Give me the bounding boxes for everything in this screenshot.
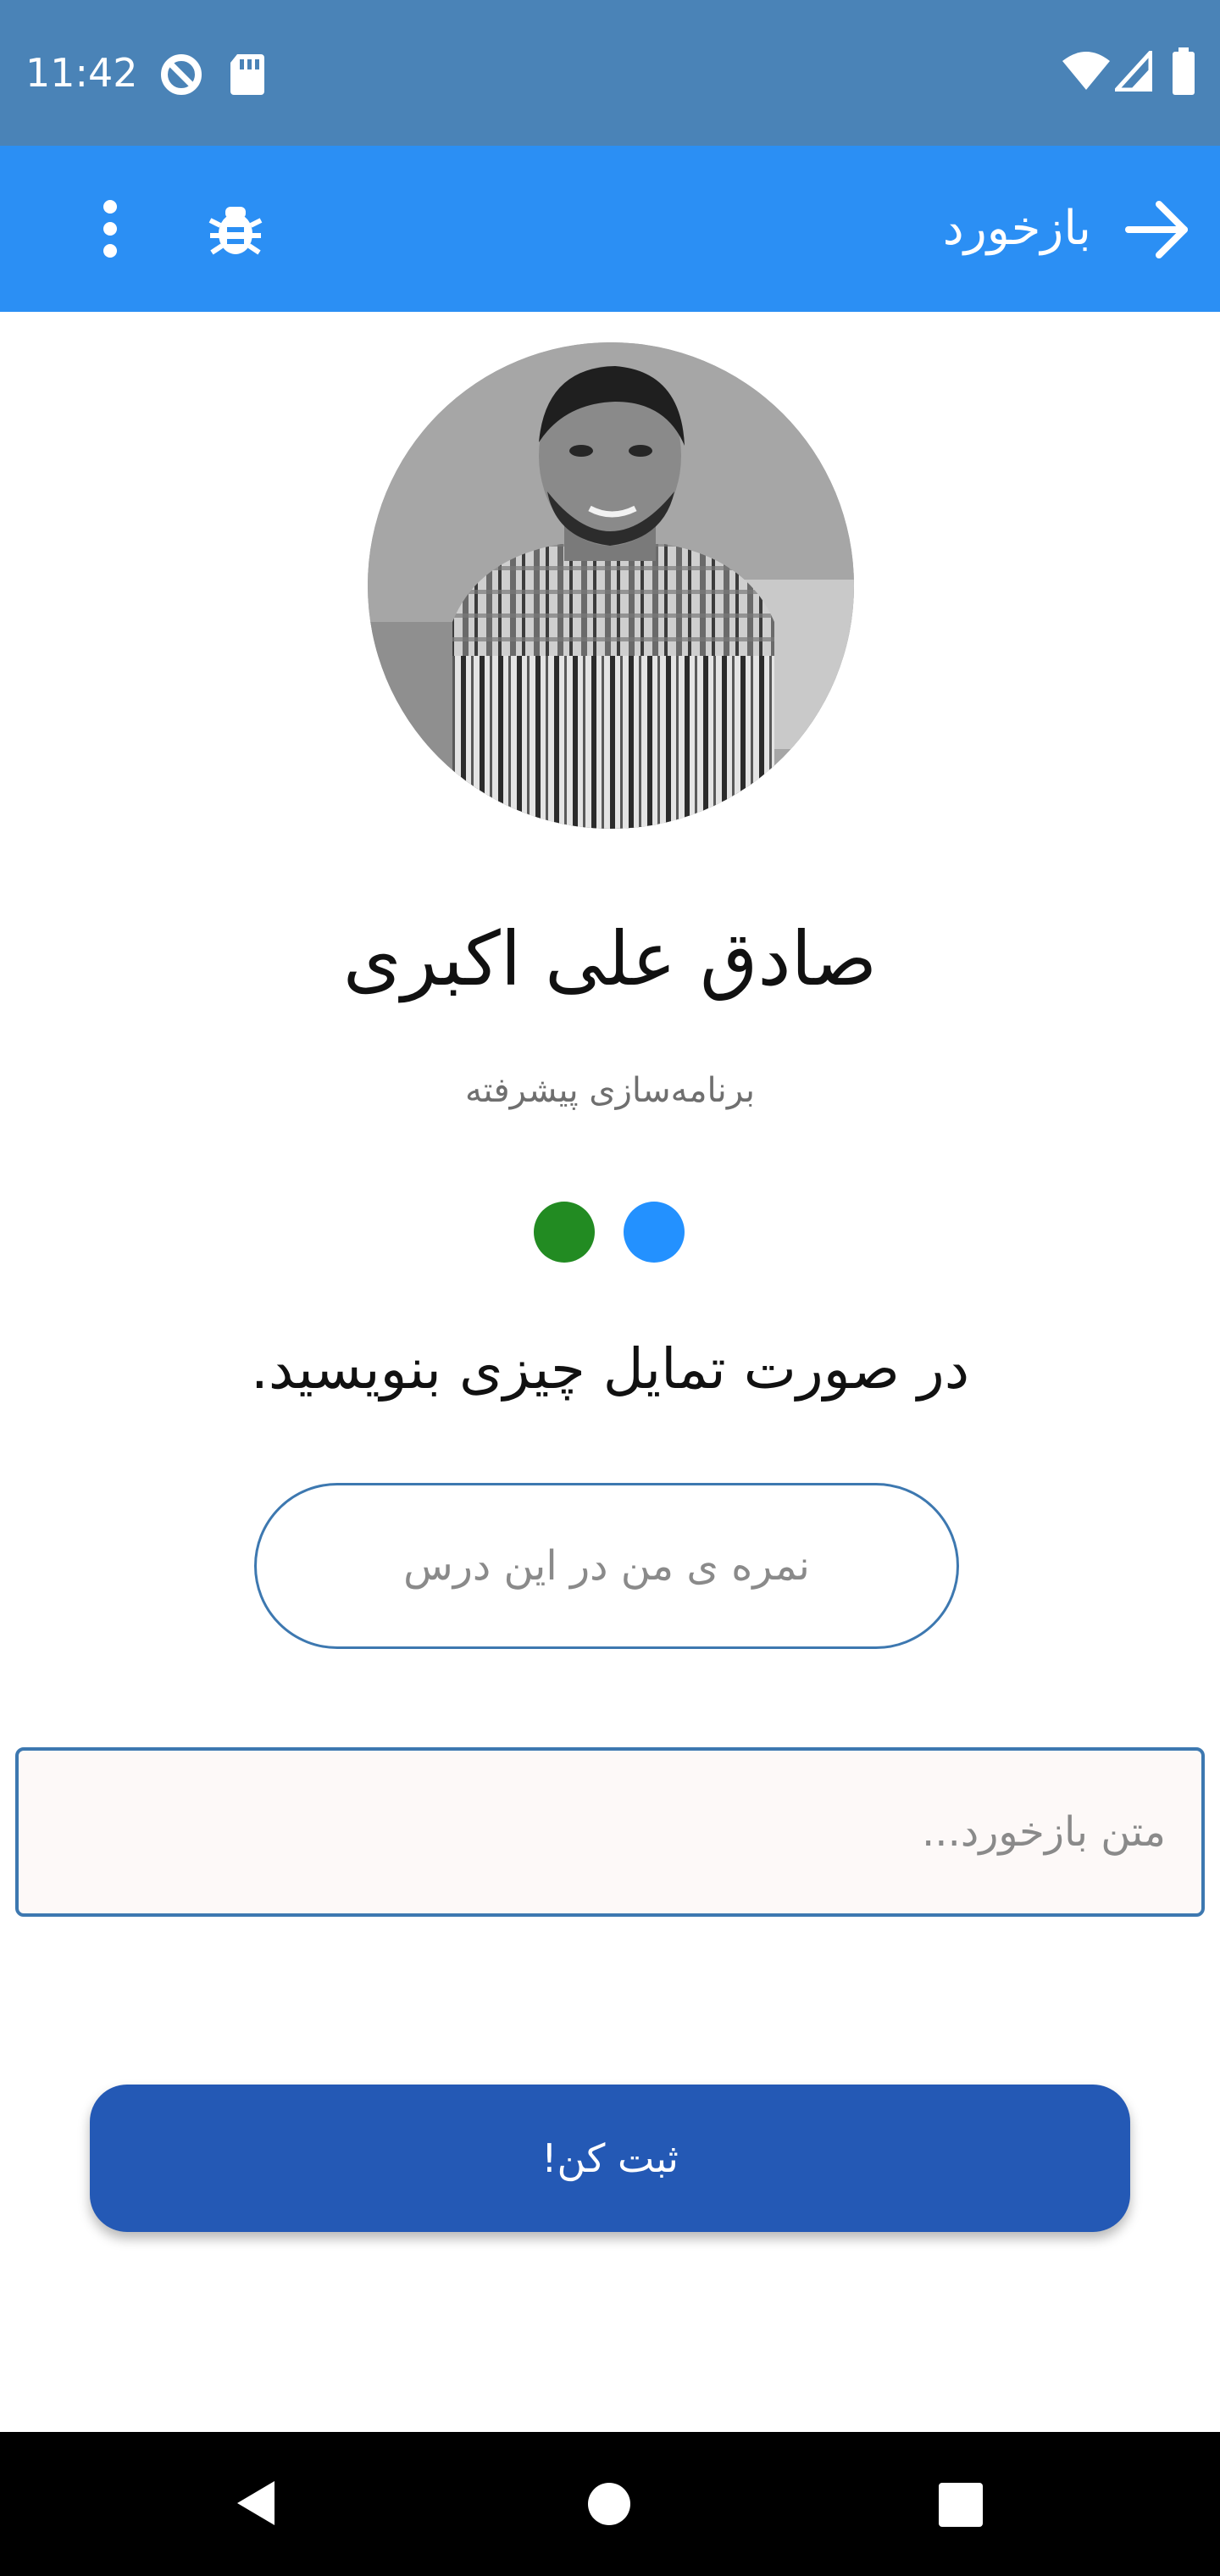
wifi-icon [1062, 52, 1110, 90]
cellular-signal-icon [1115, 51, 1152, 92]
status-dot-blue [624, 1202, 685, 1263]
sd-card-icon [230, 54, 264, 95]
recents-square-icon[interactable] [939, 2483, 983, 2527]
feedback-placeholder: متن بازخورد... [922, 1808, 1166, 1856]
feedback-text-input[interactable]: متن بازخورد... [15, 1747, 1205, 1917]
app-bar: بازخورد [0, 146, 1220, 312]
home-circle-icon[interactable] [586, 2481, 632, 2527]
status-time: 11:42 [25, 50, 138, 96]
user-name: صادق علی اکبری [342, 915, 878, 1002]
score-placeholder: نمره ی من در این درس [403, 1542, 810, 1590]
menu-more-icon[interactable] [93, 198, 127, 259]
feedback-prompt: در صورت تمایل چیزی بنویسید. [250, 1336, 970, 1402]
avatar [368, 342, 854, 829]
do-not-disturb-icon [161, 54, 202, 95]
submit-button[interactable]: ثبت کن! [90, 2085, 1130, 2232]
screen-title: بازخورد [942, 201, 1091, 256]
arrow-forward-icon[interactable] [1125, 200, 1190, 259]
status-bar: 11:42 [0, 0, 1220, 146]
profile-photo [368, 342, 854, 829]
battery-icon [1173, 47, 1195, 95]
course-name: برنامه‌سازی پیشرفته [464, 1071, 756, 1110]
status-dot-green [534, 1202, 595, 1263]
score-input[interactable]: نمره ی من در این درس [254, 1483, 959, 1649]
back-triangle-icon[interactable] [232, 2478, 278, 2529]
bug-icon[interactable] [208, 200, 263, 258]
